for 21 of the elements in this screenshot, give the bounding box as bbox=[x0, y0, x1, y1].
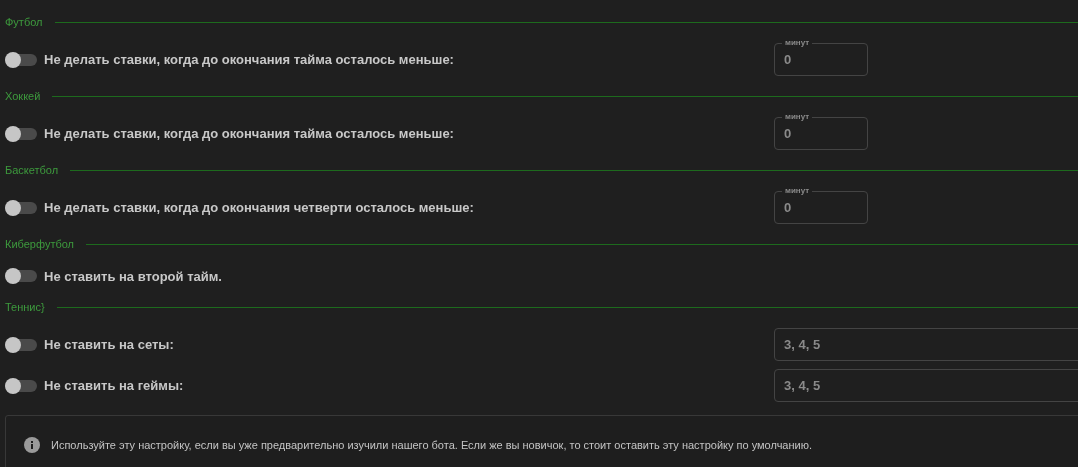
info-icon bbox=[24, 437, 40, 453]
setting-label: Не делать ставки, когда до окончания тайма осталось меньше: bbox=[44, 126, 454, 141]
section-title: Баскетбол bbox=[5, 164, 59, 176]
info-text: Используйте эту настройку, если вы уже предварительно изучили нашего бота. Если же вы новичок, то стоит оставить эту настройку по умолчанию. bbox=[51, 439, 812, 451]
input-field[interactable]: 3, 4, 5 bbox=[774, 328, 1078, 361]
toggle-switch[interactable] bbox=[5, 338, 37, 351]
section-title: Хоккей bbox=[5, 90, 41, 102]
setting-label: Не ставить на геймы: bbox=[44, 378, 184, 393]
toggle-switch[interactable] bbox=[5, 201, 37, 214]
setting-label: Не делать ставки, когда до окончания тайма осталось меньше: bbox=[44, 52, 454, 67]
toggle-switch[interactable] bbox=[5, 379, 37, 392]
input-field[interactable]: 3, 4, 5 bbox=[774, 369, 1078, 402]
section-title: Теннис} bbox=[5, 301, 45, 313]
setting-label: Не ставить на сеты: bbox=[44, 337, 174, 352]
setting-label: Не делать ставки, когда до окончания четверти осталось меньше: bbox=[44, 200, 474, 215]
section-title: Футбол bbox=[5, 16, 43, 28]
toggle-switch[interactable] bbox=[5, 127, 37, 140]
toggle-switch[interactable] bbox=[5, 270, 37, 282]
setting-label: Не ставить на второй тайм. bbox=[44, 268, 222, 284]
section-title: Киберфутбол bbox=[5, 238, 75, 250]
toggle-switch[interactable] bbox=[5, 53, 37, 66]
